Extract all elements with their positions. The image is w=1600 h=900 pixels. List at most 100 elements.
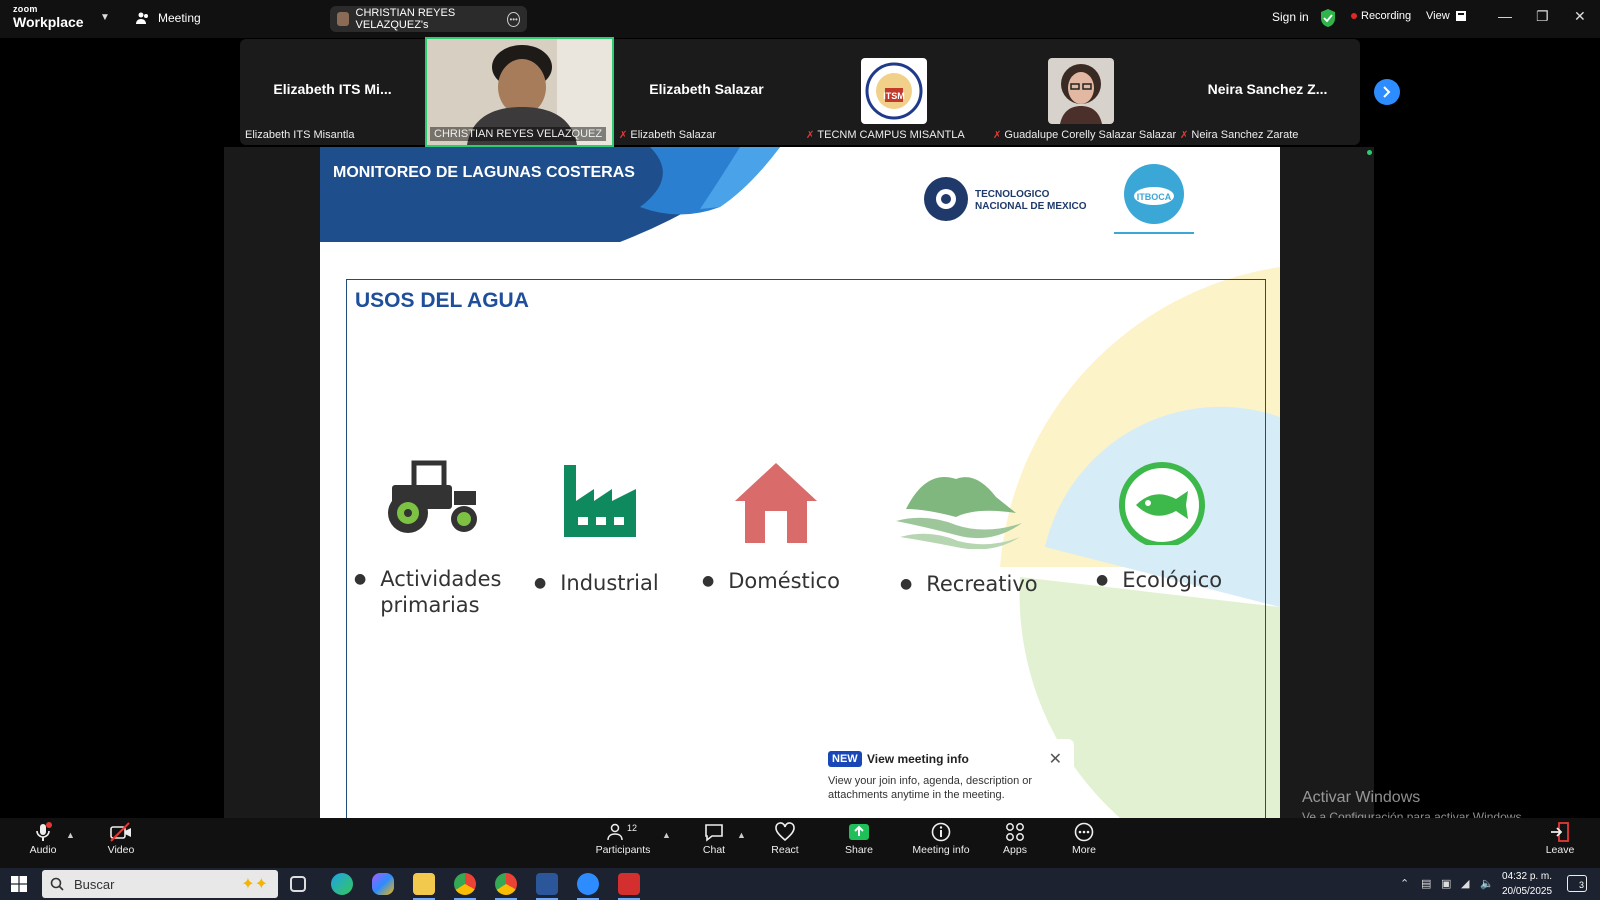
use-item-industrial: ● Industrial [534,570,659,596]
zoom-workplace-logo[interactable]: zoom Workplace [13,4,84,30]
chrome-profile-icon[interactable] [495,873,517,900]
participants-button[interactable]: 12 Participants [588,822,658,856]
more-label: More [1072,844,1096,856]
windows-taskbar: Buscar ✦✦ ⌃ ▤ ▣ ◢ 🔈 04:32 p. m. 20/05/20… [0,868,1600,900]
video-off-icon [110,822,131,842]
edge-browser-icon[interactable] [331,873,353,895]
participant-display-name: Elizabeth ITS Mi... [273,81,392,97]
more-button[interactable]: More [1049,822,1119,856]
microphone-icon [36,822,52,841]
view-button[interactable]: View [1426,10,1466,22]
share-button[interactable]: Share [824,822,894,856]
participant-photo [1047,58,1114,124]
meeting-info-popover[interactable]: NEW View meeting info ✕ View your join i… [818,739,1074,828]
use-item-ecologico: ● Ecológico [1096,567,1222,593]
participant-tile[interactable]: ✗ Guadalupe Corelly Salazar Salazar [988,39,1176,145]
restore-icon[interactable]: ❐ [1536,8,1549,25]
system-clock[interactable]: 04:32 p. m. 20/05/2025 [1502,870,1552,899]
chevron-down-icon[interactable]: ▼ [100,12,110,23]
apps-button[interactable]: Apps [980,822,1050,856]
copilot-icon[interactable] [372,873,394,895]
tecnm-misantla-logo: ITSM [860,58,927,124]
chrome-icon[interactable] [454,873,476,900]
video-button[interactable]: Video [86,822,156,856]
use-label: Actividades primarias [380,566,501,619]
section-title: USOS DEL AGUA [355,289,529,312]
chevron-up-icon[interactable]: ▲ [737,830,746,840]
meeting-toolbar: Audio ▲ Video 12 Participants ▲ Chat ▲ R… [0,818,1600,868]
active-speaker-pill[interactable]: CHRISTIAN REYES VELAZQUEZ's ••• [330,6,527,32]
participants-count: 12 [627,823,637,833]
notifications-button[interactable]: 3 [1567,875,1587,892]
display-icon[interactable]: ▣ [1441,877,1451,890]
shield-check-icon[interactable] [1320,9,1336,27]
task-view-icon[interactable] [290,876,306,892]
chevron-up-icon[interactable]: ▲ [66,830,75,840]
recording-indicator[interactable]: Recording [1351,10,1411,22]
apps-icon [1006,823,1024,841]
chat-label: Chat [702,844,726,856]
leave-button[interactable]: Leave [1525,822,1595,856]
participant-label: CHRISTIAN REYES VELAZQUEZ [430,127,607,141]
mic-muted-icon: ✗ [993,129,1002,141]
participants-label: Participants [595,844,651,856]
volume-icon[interactable]: 🔈 [1480,877,1494,890]
apps-label: Apps [1003,844,1027,856]
chevron-up-icon[interactable]: ▲ [662,830,671,840]
close-icon[interactable]: ✕ [1574,8,1586,25]
zoom-app-icon[interactable] [577,873,599,900]
mic-muted-icon: ✗ [806,129,815,141]
participant-name: Neira Sanchez Zarate [1191,129,1299,141]
minimize-icon[interactable]: — [1498,8,1512,24]
brand-top: zoom [13,4,38,14]
windows-start-icon[interactable] [11,876,27,892]
wifi-icon[interactable]: ◢ [1461,877,1469,890]
tray-chevron-icon[interactable]: ⌃ [1400,877,1409,890]
bullet: ● [900,576,913,592]
use-label-line2: primarias [380,593,480,618]
participant-label: ✗ Elizabeth Salazar [619,129,716,141]
sign-in-link[interactable]: Sign in [1272,10,1309,24]
share-screen-icon [849,824,869,840]
clock-time: 04:32 p. m. [1502,871,1553,882]
participant-tile[interactable]: Elizabeth Salazar ✗ Elizabeth Salazar [614,39,799,145]
participant-tile[interactable]: Neira Sanchez Z... ✗ Neira Sanchez Zarate [1175,39,1360,145]
brand-bottom: Workplace [13,14,84,30]
use-label: Industrial [560,571,659,595]
react-label: React [771,844,799,856]
meeting-info-button[interactable]: Meeting info [906,822,976,856]
participants-icon: 12 [607,823,637,841]
participant-label: ✗ Guadalupe Corelly Salazar Salazar [993,129,1176,141]
more-options-icon[interactable]: ••• [507,11,520,27]
meeting-menu[interactable]: Meeting [136,11,201,25]
react-button[interactable]: React [750,822,820,856]
taskbar-search-input[interactable]: Buscar ✦✦ [42,870,278,898]
participant-tile[interactable]: ITSM ✗ TECNM CAMPUS MISANTLA [801,39,986,145]
beach-waves-icon [896,477,1022,549]
bullet: ● [1096,572,1109,588]
new-badge: NEW [828,751,862,767]
presentation-slide: MONITOREO DE LAGUNAS COSTERAS TECNOLOGIC… [320,147,1280,818]
participant-tile-active-speaker[interactable]: CHRISTIAN REYES VELAZQUEZ [425,37,614,147]
next-page-button[interactable] [1374,79,1400,105]
word-icon[interactable] [536,873,558,900]
slide-header-title: MONITOREO DE LAGUNAS COSTERAS [333,164,635,181]
content-box: USOS DEL AGUA [346,279,1266,818]
participant-tile[interactable]: Elizabeth ITS Mi... Elizabeth ITS Misant… [240,39,425,145]
video-label: Video [107,844,135,856]
recording-label: Recording [1361,10,1412,22]
close-icon[interactable]: ✕ [1049,749,1062,769]
share-label: Share [844,844,874,856]
popover-title: View meeting info [867,752,969,766]
use-label: Ecológico [1122,568,1223,592]
tray-app-icon[interactable]: ▤ [1421,877,1431,890]
recording-dot-icon [1351,13,1357,19]
participant-name: Elizabeth Salazar [630,129,716,141]
tecnm-logo-text: TECNOLOGICO NACIONAL DE MEXICO [975,189,1087,212]
file-explorer-icon[interactable] [413,873,435,900]
notification-count: 3 [1578,880,1584,890]
view-label: View [1426,10,1450,22]
participant-display-name: Neira Sanchez Z... [1207,81,1328,97]
acrobat-icon[interactable] [618,873,640,900]
grid-icon [1455,11,1466,21]
